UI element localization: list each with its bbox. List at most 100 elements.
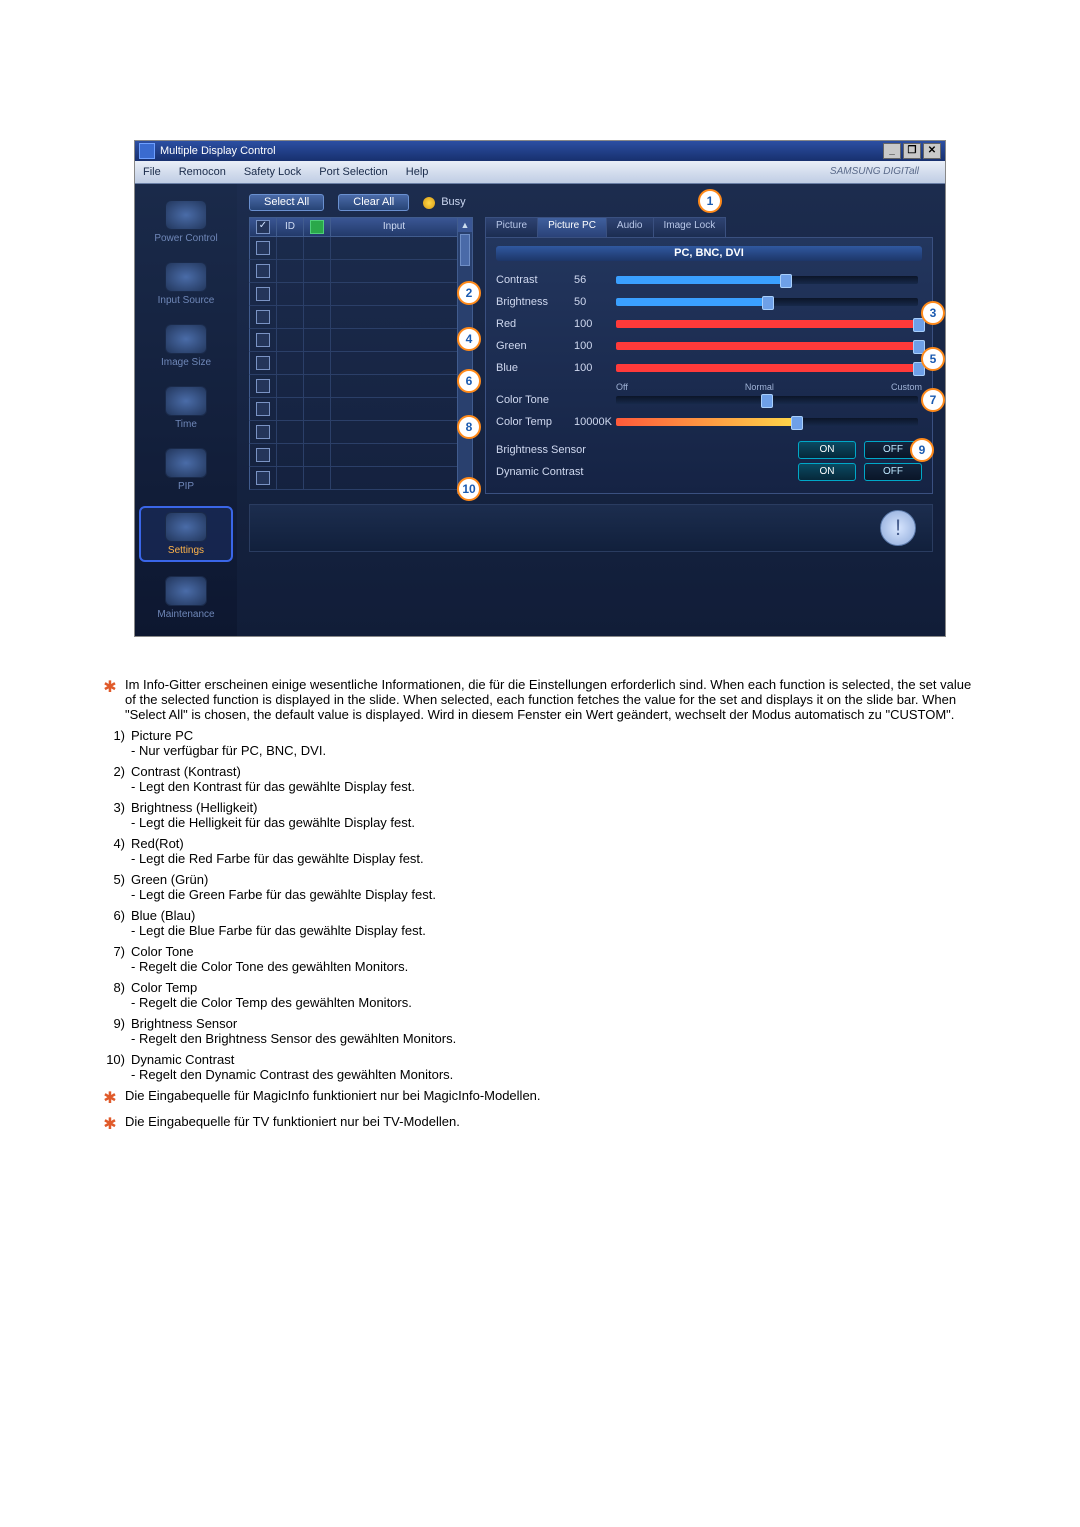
titlebar: Multiple Display Control _ ❐ ✕	[135, 141, 945, 161]
table-row[interactable]	[249, 467, 459, 490]
callout-2: 2	[457, 281, 481, 305]
red-label: Red	[496, 319, 574, 330]
time-icon	[165, 386, 207, 416]
brightness-slider[interactable]	[616, 298, 918, 306]
dynamic-contrast-label: Dynamic Contrast	[496, 467, 626, 478]
note-item: 5)Green (Grün)- Legt die Green Farbe für…	[95, 872, 985, 902]
menu-file[interactable]: File	[143, 167, 161, 178]
intro-note: ✱ Im Info-Gitter erscheinen einige wesen…	[95, 677, 985, 722]
ct-label-off: Off	[616, 383, 628, 392]
tab-audio[interactable]: Audio	[606, 217, 654, 237]
scroll-up-icon[interactable]: ▲	[458, 218, 472, 232]
table-row[interactable]	[249, 421, 459, 444]
note-title: Picture PC	[131, 728, 193, 743]
sidebar-item-input-source[interactable]: Input Source	[141, 258, 231, 310]
table-row[interactable]	[249, 398, 459, 421]
settings-icon	[165, 512, 207, 542]
header-check-icon[interactable]	[256, 220, 270, 234]
power-icon	[165, 200, 207, 230]
table-row[interactable]	[249, 329, 459, 352]
tab-picture[interactable]: Picture	[485, 217, 538, 237]
brightness-sensor-on[interactable]: ON	[798, 441, 856, 459]
maximize-icon[interactable]: ❐	[903, 143, 921, 159]
sidebar-item-pip[interactable]: PIP	[141, 444, 231, 496]
row-checkbox[interactable]	[256, 425, 270, 439]
slider-thumb[interactable]	[762, 296, 774, 310]
sidebar-label: Power Control	[154, 234, 217, 244]
table-row[interactable]	[249, 352, 459, 375]
scroll-thumb[interactable]	[460, 234, 470, 266]
blue-slider[interactable]	[616, 364, 918, 372]
green-slider[interactable]	[616, 342, 918, 350]
busy-label: Busy	[441, 197, 465, 208]
busy-icon	[423, 197, 435, 209]
colortemp-slider[interactable]	[616, 418, 918, 426]
note-number: 2)	[95, 764, 131, 794]
row-checkbox[interactable]	[256, 310, 270, 324]
colortone-slider[interactable]	[616, 396, 918, 404]
star-text: Die Eingabequelle für TV funktioniert nu…	[125, 1114, 985, 1134]
sidebar-item-image-size[interactable]: Image Size	[141, 320, 231, 372]
callout-3: 3	[921, 301, 945, 325]
row-checkbox[interactable]	[256, 287, 270, 301]
table-row[interactable]	[249, 444, 459, 467]
table-row[interactable]	[249, 306, 459, 329]
grid-scrollbar[interactable]: ▲	[457, 217, 473, 494]
clear-all-button[interactable]: Clear All	[338, 194, 409, 211]
contrast-slider[interactable]	[616, 276, 918, 284]
menu-help[interactable]: Help	[406, 167, 429, 178]
callout-8: 8	[457, 415, 481, 439]
table-row[interactable]	[249, 283, 459, 306]
tab-picture-pc[interactable]: Picture PC	[537, 217, 607, 237]
row-checkbox[interactable]	[256, 448, 270, 462]
window-title: Multiple Display Control	[160, 146, 276, 157]
select-all-button[interactable]: Select All	[249, 194, 324, 211]
tab-image-lock[interactable]: Image Lock	[653, 217, 727, 237]
col-id: ID	[285, 222, 295, 232]
menu-remocon[interactable]: Remocon	[179, 167, 226, 178]
row-checkbox[interactable]	[256, 471, 270, 485]
brightness-label: Brightness	[496, 297, 574, 308]
status-footer: !	[249, 504, 933, 552]
green-label: Green	[496, 341, 574, 352]
note-item: 4)Red(Rot)- Legt die Red Farbe für das g…	[95, 836, 985, 866]
minimize-icon[interactable]: _	[883, 143, 901, 159]
sidebar-item-settings[interactable]: Settings	[139, 506, 233, 562]
row-checkbox[interactable]	[256, 333, 270, 347]
note-item: 9)Brightness Sensor- Regelt den Brightne…	[95, 1016, 985, 1046]
app-window: Multiple Display Control _ ❐ ✕ File Remo…	[134, 140, 946, 637]
sidebar-item-maintenance[interactable]: Maintenance	[141, 572, 231, 624]
table-row[interactable]	[249, 375, 459, 398]
row-checkbox[interactable]	[256, 379, 270, 393]
sidebar-item-time[interactable]: Time	[141, 382, 231, 434]
slider-thumb[interactable]	[791, 416, 803, 430]
callout-10: 10	[457, 477, 481, 501]
table-row[interactable]	[249, 260, 459, 283]
colortemp-value: 10000K	[574, 417, 616, 428]
intro-text: Im Info-Gitter erscheinen einige wesentl…	[125, 677, 985, 722]
dynamic-contrast-off[interactable]: OFF	[864, 463, 922, 481]
app-icon	[139, 143, 155, 159]
row-checkbox[interactable]	[256, 402, 270, 416]
row-checkbox[interactable]	[256, 241, 270, 255]
star-note: ✱Die Eingabequelle für MagicInfo funktio…	[95, 1088, 985, 1108]
note-sub: - Legt die Helligkeit für das gewählte D…	[131, 815, 985, 830]
menu-safety-lock[interactable]: Safety Lock	[244, 167, 301, 178]
slider-thumb[interactable]	[780, 274, 792, 288]
table-row[interactable]	[249, 237, 459, 260]
slider-thumb[interactable]	[761, 394, 773, 408]
close-icon[interactable]: ✕	[923, 143, 941, 159]
star-icon: ✱	[95, 677, 125, 722]
note-title: Brightness (Helligkeit)	[131, 800, 257, 815]
menu-port-selection[interactable]: Port Selection	[319, 167, 387, 178]
brightness-sensor-label: Brightness Sensor	[496, 445, 626, 456]
sidebar-item-power[interactable]: Power Control	[141, 196, 231, 248]
red-slider[interactable]	[616, 320, 918, 328]
grid-header: ID Input	[249, 217, 459, 237]
note-item: 2)Contrast (Kontrast)- Legt den Kontrast…	[95, 764, 985, 794]
note-sub: - Nur verfügbar für PC, BNC, DVI.	[131, 743, 985, 758]
dynamic-contrast-on[interactable]: ON	[798, 463, 856, 481]
row-checkbox[interactable]	[256, 264, 270, 278]
row-checkbox[interactable]	[256, 356, 270, 370]
maintenance-icon	[165, 576, 207, 606]
